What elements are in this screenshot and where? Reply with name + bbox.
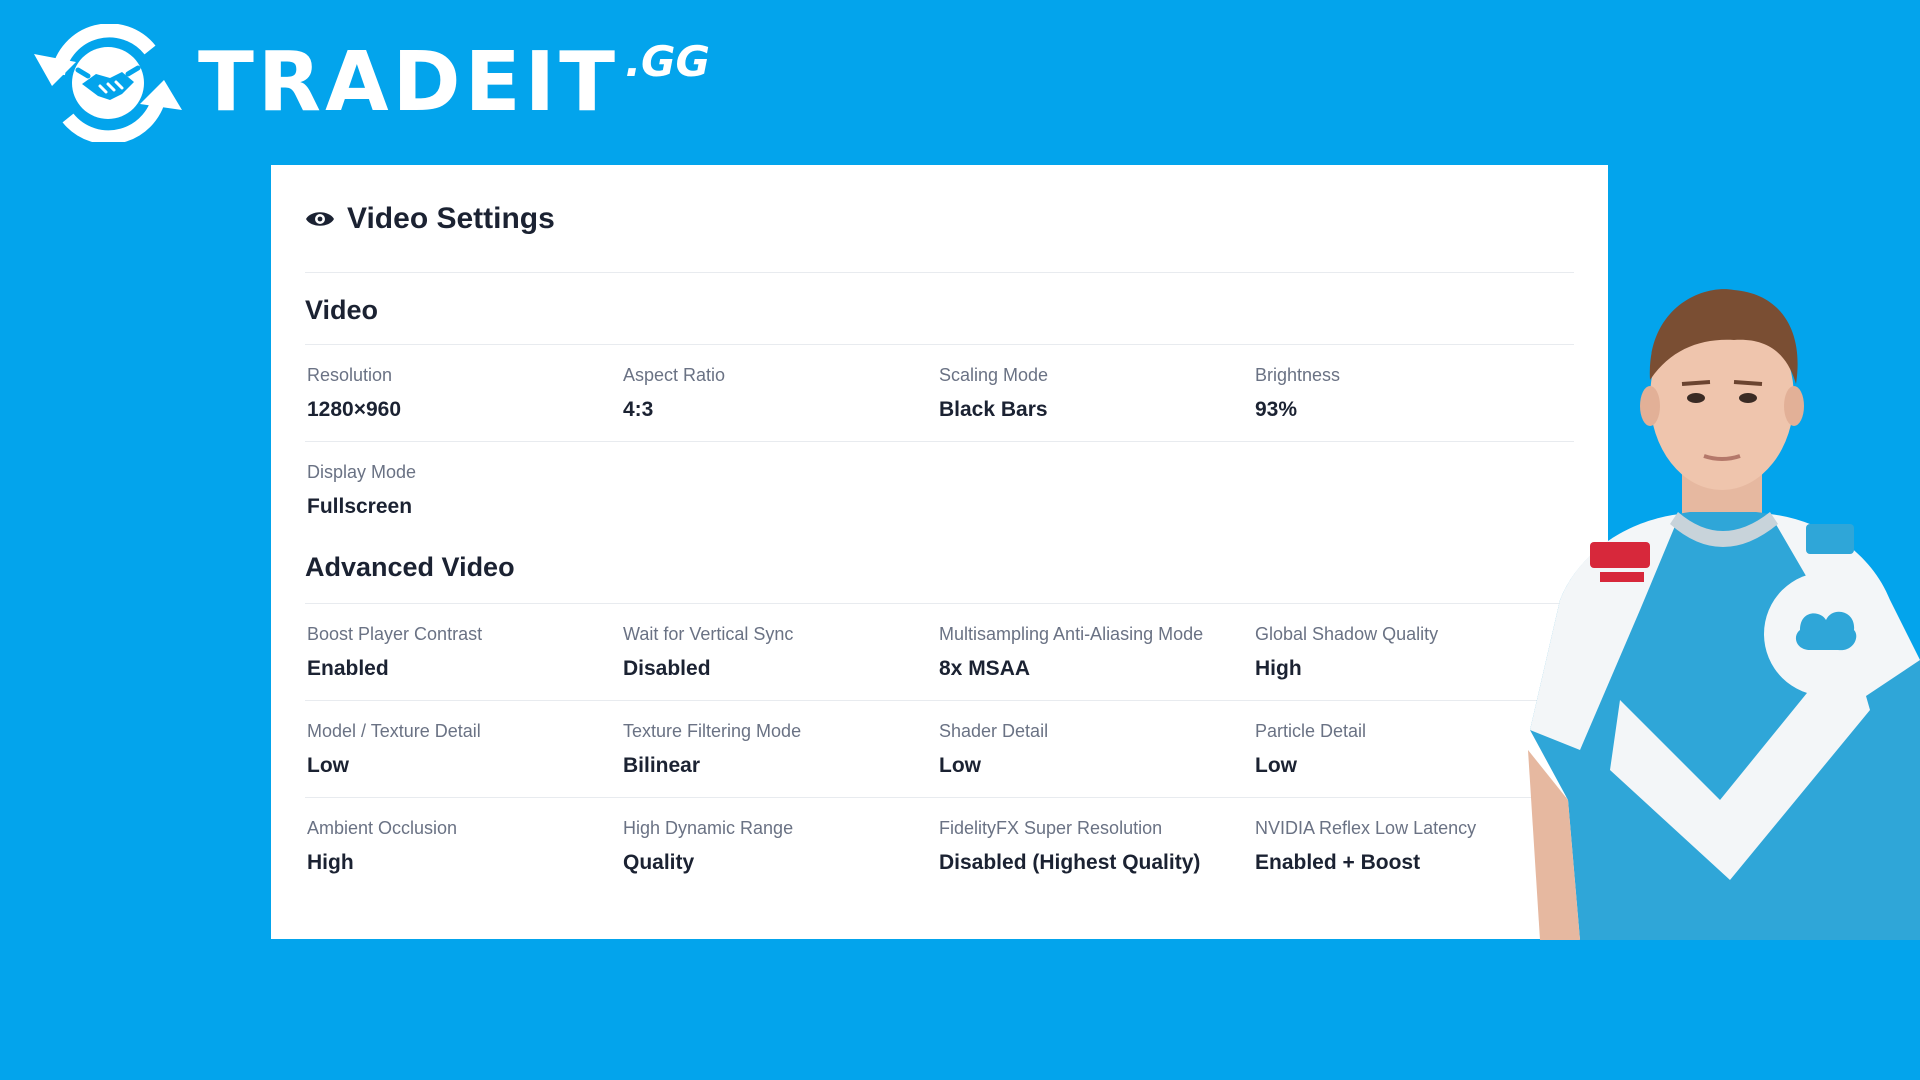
setting-value: Enabled bbox=[307, 657, 389, 680]
setting-value: 8x MSAA bbox=[939, 657, 1031, 680]
setting-label: Resolution bbox=[307, 365, 393, 385]
setting-value: 4:3 bbox=[623, 398, 654, 421]
handshake-logo-icon bbox=[34, 24, 182, 142]
settings-row: Resolution 1280×960 Aspect Ratio 4:3 Sca… bbox=[305, 345, 1574, 442]
setting-resolution[interactable]: Resolution 1280×960 bbox=[305, 364, 621, 422]
setting-high-dynamic-range[interactable]: High Dynamic Range Quality bbox=[621, 817, 937, 875]
settings-row: Model / Texture Detail Low Texture Filte… bbox=[305, 701, 1574, 798]
setting-value: Disabled (Highest Quality) bbox=[939, 851, 1201, 874]
video-settings-card: Video Settings Video Resolution 1280×960… bbox=[271, 165, 1608, 939]
setting-aspect-ratio[interactable]: Aspect Ratio 4:3 bbox=[621, 364, 937, 422]
logo-text: TRADEIT bbox=[198, 35, 620, 130]
setting-label: Model / Texture Detail bbox=[307, 721, 481, 741]
setting-ambient-occlusion[interactable]: Ambient Occlusion High bbox=[305, 817, 621, 875]
settings-row: Boost Player Contrast Enabled Wait for V… bbox=[305, 604, 1574, 701]
setting-value: Disabled bbox=[623, 657, 711, 680]
settings-row: Ambient Occlusion High High Dynamic Rang… bbox=[305, 798, 1574, 894]
setting-label: FidelityFX Super Resolution bbox=[939, 818, 1163, 838]
page-canvas: TRADEIT .GG Video Settings Video Resolut… bbox=[0, 0, 1920, 1080]
setting-value: Low bbox=[307, 754, 349, 777]
setting-value: Bilinear bbox=[623, 754, 701, 777]
setting-label: High Dynamic Range bbox=[623, 818, 794, 838]
setting-label: Ambient Occlusion bbox=[307, 818, 458, 838]
setting-msaa-mode[interactable]: Multisampling Anti-Aliasing Mode 8x MSAA bbox=[937, 623, 1253, 681]
setting-label: Texture Filtering Mode bbox=[623, 721, 802, 741]
setting-texture-filtering-mode[interactable]: Texture Filtering Mode Bilinear bbox=[621, 720, 937, 778]
section-title: Advanced Video bbox=[305, 538, 1574, 604]
setting-fidelityfx-super-resolution[interactable]: FidelityFX Super Resolution Disabled (Hi… bbox=[937, 817, 1253, 875]
section-advanced-video: Advanced Video Boost Player Contrast Ena… bbox=[305, 538, 1574, 894]
setting-model-texture-detail[interactable]: Model / Texture Detail Low bbox=[305, 720, 621, 778]
setting-scaling-mode[interactable]: Scaling Mode Black Bars bbox=[937, 364, 1253, 422]
section-title: Video bbox=[305, 273, 1574, 345]
setting-label: Scaling Mode bbox=[939, 365, 1049, 385]
setting-value: 1280×960 bbox=[307, 398, 402, 421]
settings-row: Display Mode Fullscreen bbox=[305, 442, 1574, 538]
logo-wordmark: TRADEIT .GG bbox=[198, 35, 710, 130]
setting-boost-player-contrast[interactable]: Boost Player Contrast Enabled bbox=[305, 623, 621, 681]
tradeit-logo[interactable]: TRADEIT .GG bbox=[30, 24, 710, 142]
setting-label: Wait for Vertical Sync bbox=[623, 624, 794, 644]
setting-display-mode[interactable]: Display Mode Fullscreen bbox=[305, 461, 621, 519]
setting-value: Quality bbox=[623, 851, 695, 874]
setting-value: Fullscreen bbox=[307, 495, 413, 518]
setting-value: Black Bars bbox=[939, 398, 1048, 421]
setting-value: High bbox=[307, 851, 354, 874]
setting-label: Aspect Ratio bbox=[623, 365, 726, 385]
eye-icon bbox=[306, 211, 334, 226]
setting-shader-detail[interactable]: Shader Detail Low bbox=[937, 720, 1253, 778]
card-header: Video Settings bbox=[305, 165, 1574, 273]
setting-label: Boost Player Contrast bbox=[307, 624, 483, 644]
player-photo bbox=[1528, 289, 1920, 940]
logo-tld: .GG bbox=[625, 37, 710, 86]
setting-label: Multisampling Anti-Aliasing Mode bbox=[939, 624, 1204, 644]
setting-vertical-sync[interactable]: Wait for Vertical Sync Disabled bbox=[621, 623, 937, 681]
setting-value: Low bbox=[939, 754, 981, 777]
section-video: Video Resolution 1280×960 Aspect Ratio 4… bbox=[305, 273, 1574, 538]
card-title: Video Settings bbox=[347, 201, 555, 235]
setting-label: Display Mode bbox=[307, 462, 417, 482]
setting-label: Shader Detail bbox=[939, 721, 1049, 741]
